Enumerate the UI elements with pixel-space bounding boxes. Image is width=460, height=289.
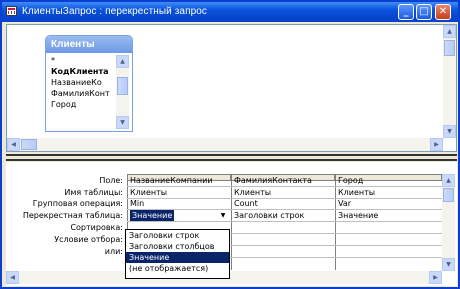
crosstab-combo[interactable]: Значение ▼ xyxy=(128,210,230,221)
table-pane[interactable]: Клиенты * КодКлиента НазваниеКо ФамилияК… xyxy=(6,24,457,152)
grid-cell-total[interactable]: Count xyxy=(234,198,334,209)
grid-divider xyxy=(335,174,336,270)
field-item[interactable]: Город xyxy=(51,99,111,110)
grid-cell-table[interactable]: Клиенты xyxy=(130,187,230,198)
scroll-thumb[interactable] xyxy=(443,188,454,202)
close-button[interactable]: ✕ xyxy=(435,4,451,20)
field-item[interactable]: * xyxy=(51,55,111,66)
grid-row-line xyxy=(127,221,442,222)
scroll-down-icon[interactable]: ▼ xyxy=(442,258,455,271)
scroll-thumb[interactable] xyxy=(444,40,455,56)
minimize-button[interactable]: _ xyxy=(398,4,414,20)
scroll-left-icon[interactable]: ◀ xyxy=(7,138,20,151)
scroll-right-icon[interactable]: ▶ xyxy=(430,138,443,151)
dropdown-option[interactable]: Заголовки строк xyxy=(126,230,229,241)
window-title: КлиентыЗапрос : перекрестный запрос xyxy=(22,6,208,17)
design-grid[interactable]: Поле: Имя таблицы: Групповая операция: П… xyxy=(6,162,457,286)
title-bar[interactable]: КлиентыЗапрос : перекрестный запрос _ □ … xyxy=(2,2,458,22)
dropdown-option[interactable]: Заголовки столбцов xyxy=(126,241,229,252)
grid-cell-total[interactable]: Var xyxy=(338,198,438,209)
row-label-table: Имя таблицы: xyxy=(64,188,123,197)
field-item[interactable]: ФамилияКонт xyxy=(51,88,111,99)
dropdown-option[interactable]: (не отображается) xyxy=(126,263,229,274)
grid-cell-crosstab[interactable]: Заголовки строк xyxy=(234,210,334,221)
grid-divider xyxy=(231,174,232,270)
row-label-sort: Сортировка: xyxy=(70,223,123,232)
scroll-up-icon[interactable]: ▲ xyxy=(443,25,456,38)
scroll-down-icon[interactable]: ▼ xyxy=(116,116,129,129)
dropdown-option-selected[interactable]: Значение xyxy=(126,252,229,263)
crosstab-combo-value[interactable]: Значение xyxy=(130,210,175,221)
row-label-field: Поле: xyxy=(99,176,123,185)
upper-vertical-scrollbar[interactable]: ▲ ▼ xyxy=(443,25,456,138)
field-list[interactable]: * КодКлиента НазваниеКо ФамилияКонт Горо… xyxy=(51,55,111,110)
grid-cell-total[interactable]: Min xyxy=(130,198,230,209)
grid-cell-table[interactable]: Клиенты xyxy=(234,187,334,198)
grid-cell-field[interactable]: ФамилияКонтакта xyxy=(234,175,334,186)
scroll-left-icon[interactable]: ◀ xyxy=(6,271,19,284)
row-label-total: Групповая операция: xyxy=(32,199,123,208)
field-list-scrollbar[interactable]: ▲ ▼ xyxy=(116,55,129,129)
table-title[interactable]: Клиенты xyxy=(46,36,132,53)
scroll-up-icon[interactable]: ▲ xyxy=(442,174,455,187)
table-clients[interactable]: Клиенты * КодКлиента НазваниеКо ФамилияК… xyxy=(45,35,133,132)
maximize-button[interactable]: □ xyxy=(416,4,432,20)
field-item[interactable]: КодКлиента xyxy=(51,66,111,77)
scroll-up-icon[interactable]: ▲ xyxy=(116,55,129,68)
query-window: КлиентыЗапрос : перекрестный запрос _ □ … xyxy=(0,0,460,289)
grid-cell-crosstab[interactable]: Значение xyxy=(338,210,438,221)
row-label-crosstab: Перекрестная таблица: xyxy=(22,211,123,220)
field-item[interactable]: НазваниеКо xyxy=(51,77,111,88)
grid-cell-field[interactable]: НазваниеКомпании xyxy=(130,175,230,186)
query-icon[interactable] xyxy=(6,6,17,16)
crosstab-dropdown-list[interactable]: Заголовки строк Заголовки столбцов Значе… xyxy=(125,229,230,279)
grid-cell-field[interactable]: Город xyxy=(338,175,438,186)
pane-splitter[interactable] xyxy=(6,154,457,161)
scroll-thumb[interactable] xyxy=(117,77,128,95)
row-label-criteria: Условие отбора: xyxy=(54,235,123,244)
scroll-down-icon[interactable]: ▼ xyxy=(443,125,456,138)
row-label-or: или: xyxy=(104,247,123,256)
upper-horizontal-scrollbar[interactable]: ◀ ▶ xyxy=(7,138,443,151)
grid-vertical-scrollbar[interactable]: ▲ ▼ xyxy=(442,174,455,271)
scroll-thumb[interactable] xyxy=(21,139,37,150)
scroll-right-icon[interactable]: ▶ xyxy=(429,271,442,284)
grid-cell-table[interactable]: Клиенты xyxy=(338,187,438,198)
chevron-down-icon[interactable]: ▼ xyxy=(218,211,228,221)
